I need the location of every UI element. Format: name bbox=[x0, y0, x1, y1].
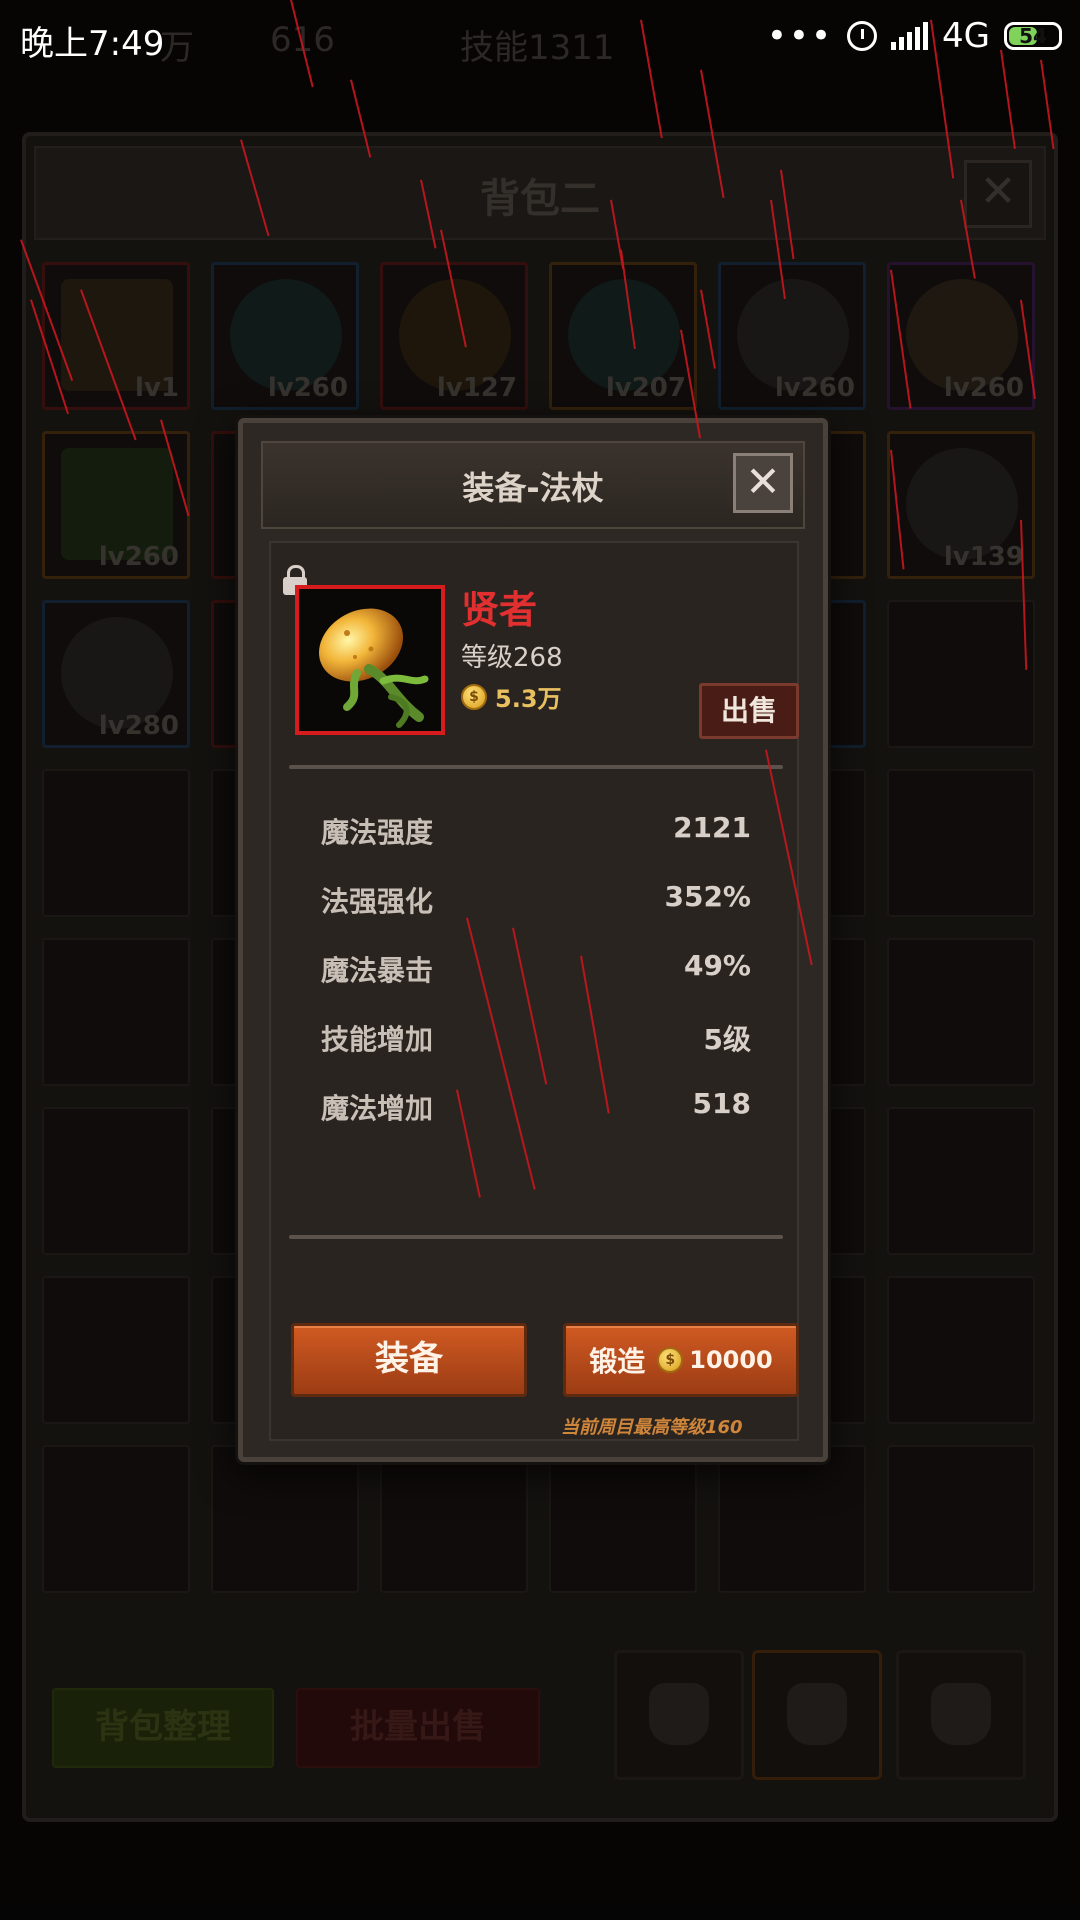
stat-row: 魔法增加 518 bbox=[321, 1087, 751, 1127]
stat-label: 法强强化 bbox=[321, 885, 434, 918]
forge-cost: $ 10000 bbox=[657, 1346, 773, 1374]
status-bar: 晚上7:49 ••• 4G 54 bbox=[0, 0, 1080, 76]
stat-value: 2121 bbox=[673, 811, 751, 844]
item-price: $ 5.3万 bbox=[461, 679, 562, 714]
item-image-frame bbox=[295, 585, 445, 735]
coin-icon: $ bbox=[657, 1347, 684, 1373]
status-time: 晚上7:49 bbox=[20, 24, 165, 64]
divider bbox=[289, 1235, 783, 1239]
stat-row: 魔法强度 2121 bbox=[321, 811, 751, 851]
stat-label: 魔法暴击 bbox=[321, 954, 434, 987]
stat-row: 法强强化 352% bbox=[321, 880, 751, 920]
forge-level-note: 当前周目最高等级160 bbox=[561, 1417, 743, 1438]
stat-value: 49% bbox=[683, 949, 751, 982]
forge-label: 锻造 bbox=[589, 1345, 646, 1378]
sell-button[interactable]: 出售 bbox=[699, 683, 799, 739]
stat-label: 魔法增加 bbox=[321, 1092, 434, 1125]
dialog-title: 装备-法杖 bbox=[462, 469, 604, 507]
item-level: 等级268 bbox=[461, 643, 563, 673]
network-type: 4G bbox=[942, 16, 990, 56]
staff-icon bbox=[318, 608, 429, 728]
battery-icon: 54 bbox=[1004, 22, 1062, 50]
alarm-icon bbox=[847, 21, 878, 51]
coin-icon: $ bbox=[461, 683, 487, 710]
forge-cost-value: 10000 bbox=[689, 1346, 773, 1374]
more-dots-icon: ••• bbox=[766, 16, 834, 56]
forge-button[interactable]: 锻造 $ 10000 bbox=[563, 1323, 799, 1397]
signal-icon bbox=[891, 22, 929, 50]
dialog-header: 装备-法杖 ✕ bbox=[261, 441, 805, 529]
stat-value: 352% bbox=[664, 880, 751, 913]
equipment-detail-dialog: 装备-法杖 ✕ 贤者 等级268 $ 5.3万 出售 魔法强度 2121 法强强… bbox=[238, 418, 828, 1462]
stat-label: 魔法强度 bbox=[321, 816, 434, 849]
stat-row: 魔法暴击 49% bbox=[321, 949, 751, 989]
item-price-value: 5.3万 bbox=[495, 685, 562, 713]
item-name: 贤者 bbox=[461, 588, 538, 632]
equip-button[interactable]: 装备 bbox=[291, 1323, 527, 1397]
close-button[interactable]: ✕ bbox=[733, 453, 793, 513]
divider bbox=[289, 765, 783, 769]
status-icons: ••• 4G 54 bbox=[767, 16, 1062, 56]
stat-label: 技能增加 bbox=[321, 1023, 434, 1056]
stat-value: 518 bbox=[692, 1087, 751, 1120]
battery-level: 54 bbox=[1019, 24, 1047, 48]
dialog-body: 贤者 等级268 $ 5.3万 出售 魔法强度 2121 法强强化 352% 魔… bbox=[269, 541, 799, 1441]
stat-value: 5级 bbox=[703, 1023, 751, 1056]
